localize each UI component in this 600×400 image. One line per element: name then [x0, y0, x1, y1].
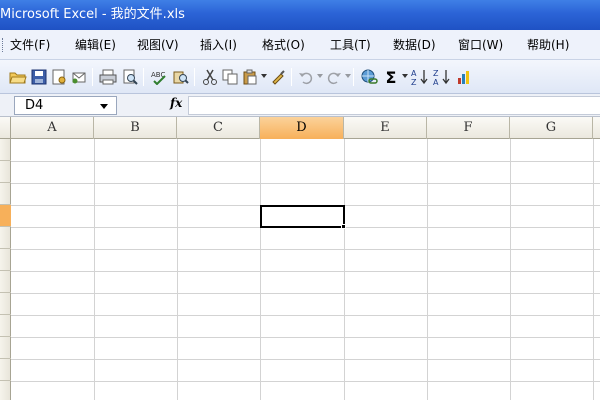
- menu-grip[interactable]: [2, 38, 5, 52]
- print-preview-icon[interactable]: [120, 67, 140, 87]
- grid-line: [260, 139, 261, 400]
- column-header-g[interactable]: G: [510, 117, 593, 139]
- grid-line: [11, 359, 600, 360]
- grid-line: [94, 139, 95, 400]
- copy-icon[interactable]: [220, 67, 240, 87]
- menu-edit[interactable]: 编辑(E): [75, 30, 116, 60]
- permission-icon[interactable]: [49, 67, 69, 87]
- name-box[interactable]: D4: [14, 96, 117, 115]
- menu-data[interactable]: 数据(D): [393, 30, 436, 60]
- sort-descending-icon[interactable]: ZA: [432, 67, 452, 87]
- column-header-a[interactable]: A: [11, 117, 94, 139]
- column-header-d[interactable]: D: [260, 117, 344, 139]
- menu-help[interactable]: 帮助(H): [527, 30, 569, 60]
- menu-format[interactable]: 格式(O): [262, 30, 305, 60]
- undo-icon[interactable]: [296, 67, 316, 87]
- grid-line: [11, 337, 600, 338]
- row-header-12[interactable]: [0, 381, 11, 400]
- worksheet-grid[interactable]: A B C D E F G: [0, 117, 600, 400]
- save-icon[interactable]: [29, 67, 49, 87]
- row-header-7[interactable]: [0, 271, 11, 293]
- print-icon[interactable]: [98, 67, 118, 87]
- grid-line: [593, 139, 594, 400]
- grid-line: [11, 381, 600, 382]
- svg-text:A: A: [411, 69, 417, 78]
- row-header-10[interactable]: [0, 337, 11, 359]
- menu-insert[interactable]: 插入(I): [200, 30, 237, 60]
- grid-line: [11, 183, 600, 184]
- row-header-2[interactable]: [0, 161, 11, 183]
- paste-icon[interactable]: [240, 67, 260, 87]
- row-header-8[interactable]: [0, 293, 11, 315]
- grid-line: [11, 271, 600, 272]
- hyperlink-icon[interactable]: [359, 67, 379, 87]
- name-box-value: D4: [25, 98, 44, 113]
- open-icon[interactable]: [8, 67, 28, 87]
- row-header-5[interactable]: [0, 227, 11, 249]
- menu-file[interactable]: 文件(F): [10, 30, 50, 60]
- menu-tools[interactable]: 工具(T): [330, 30, 371, 60]
- chart-icon[interactable]: [454, 67, 474, 87]
- grid-line: [11, 161, 600, 162]
- email-icon[interactable]: [69, 67, 89, 87]
- toolbar-separator: [143, 68, 144, 86]
- research-icon[interactable]: [171, 67, 191, 87]
- redo-icon[interactable]: [324, 67, 344, 87]
- window-title: Microsoft Excel - 我的文件.xls: [0, 7, 185, 22]
- grid-line: [344, 139, 345, 400]
- svg-text:Z: Z: [411, 78, 417, 86]
- menu-window[interactable]: 窗口(W): [458, 30, 503, 60]
- insert-function-icon[interactable]: fx: [170, 96, 182, 110]
- sort-ascending-icon[interactable]: AZ: [410, 67, 430, 87]
- autosum-icon[interactable]: Σ: [381, 67, 401, 87]
- toolbar-separator: [194, 68, 195, 86]
- name-box-dropdown-icon[interactable]: [100, 104, 108, 109]
- grid-line: [510, 139, 511, 400]
- menu-bar: 文件(F) 编辑(E) 视图(V) 插入(I) 格式(O) 工具(T) 数据(D…: [0, 30, 600, 60]
- toolbar-separator: [291, 68, 292, 86]
- svg-text:Z: Z: [433, 69, 439, 78]
- row-header-11[interactable]: [0, 359, 11, 381]
- standard-toolbar: ABC Σ AZ ZA: [0, 60, 600, 94]
- column-header-row: A B C D E F G: [0, 117, 600, 139]
- svg-text:A: A: [433, 78, 439, 86]
- grid-line: [11, 315, 600, 316]
- row-header-column: [0, 139, 11, 400]
- grid-line: [177, 139, 178, 400]
- formula-bar: D4 fx: [0, 94, 600, 117]
- undo-arrow[interactable]: [317, 74, 323, 78]
- grid-line: [427, 139, 428, 400]
- fill-handle[interactable]: [341, 224, 346, 229]
- paste-options-arrow[interactable]: [261, 74, 267, 78]
- format-painter-icon[interactable]: [268, 67, 288, 87]
- cut-icon[interactable]: [200, 67, 220, 87]
- toolbar-separator: [353, 68, 354, 86]
- column-header-f[interactable]: F: [427, 117, 510, 139]
- grid-line: [11, 249, 600, 250]
- column-header-b[interactable]: B: [94, 117, 177, 139]
- redo-arrow[interactable]: [345, 74, 351, 78]
- grid-line: [11, 293, 600, 294]
- row-header-3[interactable]: [0, 183, 11, 205]
- spelling-icon[interactable]: ABC: [149, 67, 169, 87]
- column-header-c[interactable]: C: [177, 117, 260, 139]
- selected-cell-d4[interactable]: [260, 205, 345, 228]
- row-header-1[interactable]: [0, 139, 11, 161]
- autosum-symbol: Σ: [385, 67, 397, 87]
- menu-view[interactable]: 视图(V): [137, 30, 179, 60]
- title-bar: Microsoft Excel - 我的文件.xls: [0, 0, 600, 30]
- toolbar-separator: [92, 68, 93, 86]
- row-header-6[interactable]: [0, 249, 11, 271]
- formula-input[interactable]: [188, 96, 600, 115]
- select-all-corner[interactable]: [0, 117, 11, 139]
- autosum-arrow[interactable]: [402, 74, 408, 78]
- row-header-9[interactable]: [0, 315, 11, 337]
- column-header-e[interactable]: E: [344, 117, 427, 139]
- row-header-4[interactable]: [0, 205, 11, 227]
